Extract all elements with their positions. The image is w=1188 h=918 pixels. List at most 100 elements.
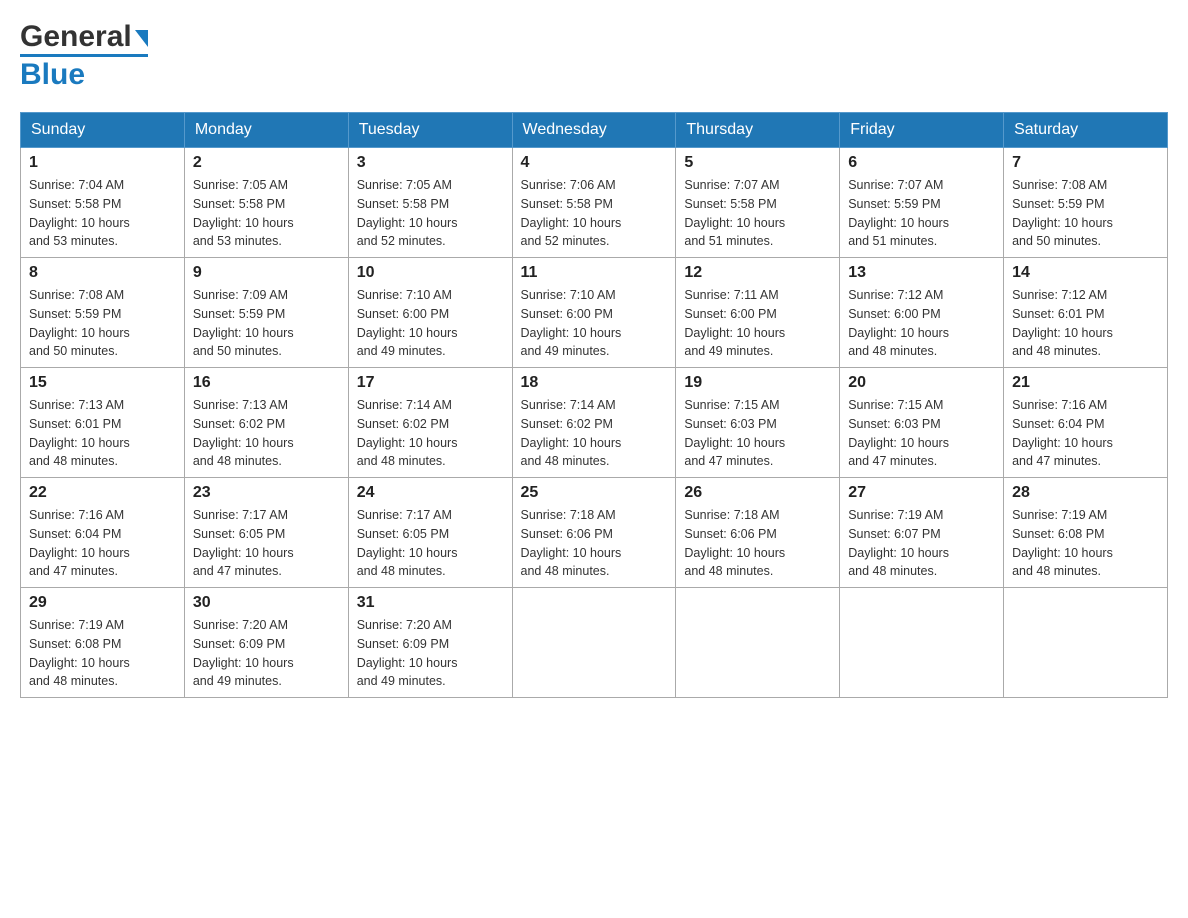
day-info: Sunrise: 7:10 AMSunset: 6:00 PMDaylight:… — [357, 286, 504, 361]
day-cell-31: 31 Sunrise: 7:20 AMSunset: 6:09 PMDayligh… — [348, 588, 512, 698]
weekday-header-wednesday: Wednesday — [512, 113, 676, 148]
day-cell-15: 15 Sunrise: 7:13 AMSunset: 6:01 PMDayligh… — [21, 368, 185, 478]
day-number: 18 — [521, 374, 668, 392]
empty-cell — [840, 588, 1004, 698]
day-number: 10 — [357, 264, 504, 282]
logo-blue: Blue — [20, 58, 85, 92]
day-info: Sunrise: 7:15 AMSunset: 6:03 PMDaylight:… — [684, 396, 831, 471]
day-number: 3 — [357, 154, 504, 172]
day-cell-27: 27 Sunrise: 7:19 AMSunset: 6:07 PMDayligh… — [840, 478, 1004, 588]
day-cell-20: 20 Sunrise: 7:15 AMSunset: 6:03 PMDayligh… — [840, 368, 1004, 478]
weekday-header-thursday: Thursday — [676, 113, 840, 148]
day-number: 24 — [357, 484, 504, 502]
day-info: Sunrise: 7:17 AMSunset: 6:05 PMDaylight:… — [357, 506, 504, 581]
day-info: Sunrise: 7:20 AMSunset: 6:09 PMDaylight:… — [193, 616, 340, 691]
day-info: Sunrise: 7:08 AMSunset: 5:59 PMDaylight:… — [29, 286, 176, 361]
day-info: Sunrise: 7:20 AMSunset: 6:09 PMDaylight:… — [357, 616, 504, 691]
day-info: Sunrise: 7:05 AMSunset: 5:58 PMDaylight:… — [193, 176, 340, 251]
day-number: 31 — [357, 594, 504, 612]
day-cell-7: 7 Sunrise: 7:08 AMSunset: 5:59 PMDaylight… — [1004, 148, 1168, 258]
day-number: 17 — [357, 374, 504, 392]
day-number: 14 — [1012, 264, 1159, 282]
day-cell-12: 12Sunrise: 7:11 AMSunset: 6:00 PMDayligh… — [676, 258, 840, 368]
day-info: Sunrise: 7:10 AMSunset: 6:00 PMDaylight:… — [521, 286, 668, 361]
day-number: 7 — [1012, 154, 1159, 172]
day-number: 15 — [29, 374, 176, 392]
day-info: Sunrise: 7:17 AMSunset: 6:05 PMDaylight:… — [193, 506, 340, 581]
day-number: 21 — [1012, 374, 1159, 392]
day-info: Sunrise: 7:09 AMSunset: 5:59 PMDaylight:… — [193, 286, 340, 361]
day-number: 20 — [848, 374, 995, 392]
day-info: Sunrise: 7:05 AMSunset: 5:58 PMDaylight:… — [357, 176, 504, 251]
day-number: 13 — [848, 264, 995, 282]
day-info: Sunrise: 7:19 AMSunset: 6:07 PMDaylight:… — [848, 506, 995, 581]
day-number: 29 — [29, 594, 176, 612]
week-row-5: 29Sunrise: 7:19 AMSunset: 6:08 PMDayligh… — [21, 588, 1168, 698]
day-info: Sunrise: 7:12 AMSunset: 6:00 PMDaylight:… — [848, 286, 995, 361]
week-row-4: 22 Sunrise: 7:16 AMSunset: 6:04 PMDayligh… — [21, 478, 1168, 588]
empty-cell — [676, 588, 840, 698]
day-number: 28 — [1012, 484, 1159, 502]
day-number: 27 — [848, 484, 995, 502]
day-cell-10: 10 Sunrise: 7:10 AMSunset: 6:00 PMDayligh… — [348, 258, 512, 368]
day-cell-23: 23 Sunrise: 7:17 AMSunset: 6:05 PMDayligh… — [184, 478, 348, 588]
day-cell-14: 14 Sunrise: 7:12 AMSunset: 6:01 PMDayligh… — [1004, 258, 1168, 368]
empty-cell — [512, 588, 676, 698]
day-cell-3: 3 Sunrise: 7:05 AMSunset: 5:58 PMDaylight… — [348, 148, 512, 258]
day-info: Sunrise: 7:13 AMSunset: 6:01 PMDaylight:… — [29, 396, 176, 471]
day-cell-25: 25 Sunrise: 7:18 AMSunset: 6:06 PMDayligh… — [512, 478, 676, 588]
day-info: Sunrise: 7:18 AMSunset: 6:06 PMDaylight:… — [684, 506, 831, 581]
day-cell-26: 26 Sunrise: 7:18 AMSunset: 6:06 PMDayligh… — [676, 478, 840, 588]
day-number: 12 — [684, 264, 831, 282]
empty-cell — [1004, 588, 1168, 698]
weekday-header-tuesday: Tuesday — [348, 113, 512, 148]
day-cell-16: 16Sunrise: 7:13 AMSunset: 6:02 PMDayligh… — [184, 368, 348, 478]
day-number: 25 — [521, 484, 668, 502]
day-info: Sunrise: 7:16 AMSunset: 6:04 PMDaylight:… — [29, 506, 176, 581]
day-number: 16 — [193, 374, 340, 392]
day-cell-9: 9 Sunrise: 7:09 AMSunset: 5:59 PMDaylight… — [184, 258, 348, 368]
weekday-header-saturday: Saturday — [1004, 113, 1168, 148]
weekday-header-row: SundayMondayTuesdayWednesdayThursdayFrid… — [21, 113, 1168, 148]
day-cell-18: 18Sunrise: 7:14 AMSunset: 6:02 PMDayligh… — [512, 368, 676, 478]
day-number: 11 — [521, 264, 668, 282]
day-info: Sunrise: 7:16 AMSunset: 6:04 PMDaylight:… — [1012, 396, 1159, 471]
day-info: Sunrise: 7:12 AMSunset: 6:01 PMDaylight:… — [1012, 286, 1159, 361]
week-row-3: 15 Sunrise: 7:13 AMSunset: 6:01 PMDayligh… — [21, 368, 1168, 478]
day-number: 9 — [193, 264, 340, 282]
day-cell-30: 30Sunrise: 7:20 AMSunset: 6:09 PMDayligh… — [184, 588, 348, 698]
day-cell-11: 11 Sunrise: 7:10 AMSunset: 6:00 PMDayligh… — [512, 258, 676, 368]
day-number: 22 — [29, 484, 176, 502]
day-number: 26 — [684, 484, 831, 502]
day-number: 6 — [848, 154, 995, 172]
day-cell-29: 29Sunrise: 7:19 AMSunset: 6:08 PMDayligh… — [21, 588, 185, 698]
day-info: Sunrise: 7:18 AMSunset: 6:06 PMDaylight:… — [521, 506, 668, 581]
day-info: Sunrise: 7:19 AMSunset: 6:08 PMDaylight:… — [1012, 506, 1159, 581]
day-number: 5 — [684, 154, 831, 172]
day-number: 23 — [193, 484, 340, 502]
day-cell-2: 2 Sunrise: 7:05 AMSunset: 5:58 PMDaylight… — [184, 148, 348, 258]
day-cell-24: 24 Sunrise: 7:17 AMSunset: 6:05 PMDayligh… — [348, 478, 512, 588]
logo: General Blue — [20, 20, 148, 92]
day-cell-22: 22 Sunrise: 7:16 AMSunset: 6:04 PMDayligh… — [21, 478, 185, 588]
day-cell-1: 1Sunrise: 7:04 AMSunset: 5:58 PMDaylight… — [21, 148, 185, 258]
day-cell-13: 13 Sunrise: 7:12 AMSunset: 6:00 PMDayligh… — [840, 258, 1004, 368]
logo-arrow-icon — [135, 30, 148, 47]
day-number: 4 — [521, 154, 668, 172]
week-row-2: 8Sunrise: 7:08 AMSunset: 5:59 PMDaylight… — [21, 258, 1168, 368]
day-cell-21: 21 Sunrise: 7:16 AMSunset: 6:04 PMDayligh… — [1004, 368, 1168, 478]
day-info: Sunrise: 7:07 AMSunset: 5:58 PMDaylight:… — [684, 176, 831, 251]
day-number: 19 — [684, 374, 831, 392]
day-info: Sunrise: 7:07 AMSunset: 5:59 PMDaylight:… — [848, 176, 995, 251]
weekday-header-sunday: Sunday — [21, 113, 185, 148]
day-cell-5: 5 Sunrise: 7:07 AMSunset: 5:58 PMDaylight… — [676, 148, 840, 258]
day-number: 1 — [29, 154, 176, 172]
day-cell-4: 4 Sunrise: 7:06 AMSunset: 5:58 PMDaylight… — [512, 148, 676, 258]
day-info: Sunrise: 7:15 AMSunset: 6:03 PMDaylight:… — [848, 396, 995, 471]
page-header: General Blue — [20, 20, 1168, 92]
day-cell-19: 19 Sunrise: 7:15 AMSunset: 6:03 PMDayligh… — [676, 368, 840, 478]
day-number: 2 — [193, 154, 340, 172]
day-cell-28: 28 Sunrise: 7:19 AMSunset: 6:08 PMDayligh… — [1004, 478, 1168, 588]
day-info: Sunrise: 7:08 AMSunset: 5:59 PMDaylight:… — [1012, 176, 1159, 251]
day-info: Sunrise: 7:06 AMSunset: 5:58 PMDaylight:… — [521, 176, 668, 251]
